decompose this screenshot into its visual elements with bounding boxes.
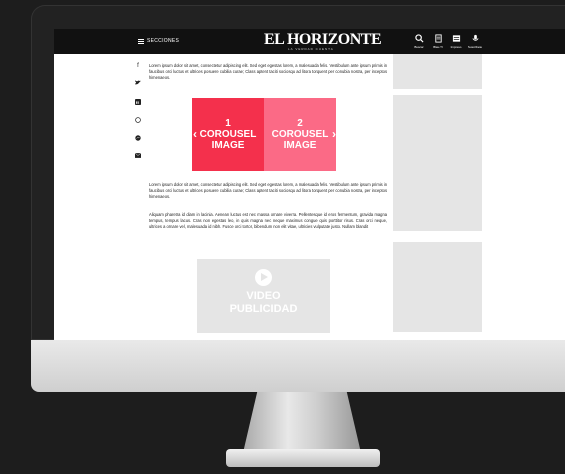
twitter-icon[interactable] xyxy=(134,80,142,87)
slide-title: COROUSEL xyxy=(199,129,257,140)
facebook-icon[interactable]: f xyxy=(134,63,142,69)
ad-slot-middle xyxy=(393,95,482,231)
linkedin-icon[interactable] xyxy=(134,99,142,107)
play-icon[interactable] xyxy=(255,269,272,286)
sections-menu-label: SECCIONES xyxy=(147,38,180,44)
ad-slot-bottom xyxy=(393,242,482,332)
site-slogan: LA VERDAD CUENTA xyxy=(288,47,334,51)
slide-number: 2 xyxy=(297,118,303,129)
email-icon[interactable] xyxy=(134,152,142,160)
image-carousel[interactable]: 1 COROUSEL IMAGE 2 COROUSEL IMAGE ‹ › xyxy=(192,98,337,171)
slide-subtitle: IMAGE xyxy=(283,140,317,151)
subscribe-tool-label: Suscribete xyxy=(467,45,483,49)
newspaper-icon xyxy=(452,35,460,42)
article-paragraph-2: Lorem ipsum dolor sit amet, consectetur … xyxy=(149,182,388,200)
site-header: SECCIONES EL HORIZONTE LA VERDAD CUENTA … xyxy=(54,29,565,54)
monitor-base xyxy=(226,449,380,467)
blau-tool-label: Blau.TI xyxy=(433,45,443,49)
carousel-next-arrow-icon[interactable]: › xyxy=(332,127,336,141)
website-screen: SECCIONES EL HORIZONTE LA VERDAD CUENTA … xyxy=(54,29,565,340)
carousel-slide-1[interactable]: 1 COROUSEL IMAGE xyxy=(192,98,264,171)
monitor-stand xyxy=(243,392,361,452)
carousel-prev-arrow-icon[interactable]: ‹ xyxy=(193,127,197,141)
video-sublabel: PUBLICIDAD xyxy=(229,303,298,315)
subscribe-tool[interactable]: Suscribete xyxy=(464,34,486,49)
sections-menu-button[interactable]: SECCIONES xyxy=(138,38,179,44)
hamburger-icon xyxy=(138,38,144,44)
carousel-slide-2[interactable]: 2 COROUSEL IMAGE xyxy=(264,98,336,171)
podcast-icon xyxy=(471,34,479,41)
slide-number: 1 xyxy=(225,118,231,129)
video-ad-placeholder[interactable]: VIDEO PUBLICIDAD xyxy=(197,259,330,333)
video-label: VIDEO xyxy=(246,290,281,302)
search-icon xyxy=(414,34,424,43)
print-tool-label: Impreso xyxy=(450,45,462,49)
document-icon xyxy=(434,34,442,43)
article-paragraph-3: Aliquam pharetra id diam in lacinia. Aen… xyxy=(149,212,387,230)
messenger-icon[interactable] xyxy=(134,135,142,143)
monitor-chin xyxy=(31,340,565,392)
whatsapp-icon[interactable] xyxy=(134,117,142,125)
article-paragraph-1: Lorem ipsum dolor sit amet, consectetur … xyxy=(149,63,388,81)
slide-subtitle: IMAGE xyxy=(211,140,245,151)
search-tool-label: Buscar xyxy=(414,45,424,49)
slide-title: COROUSEL xyxy=(271,129,329,140)
ad-slot-top xyxy=(393,54,482,89)
